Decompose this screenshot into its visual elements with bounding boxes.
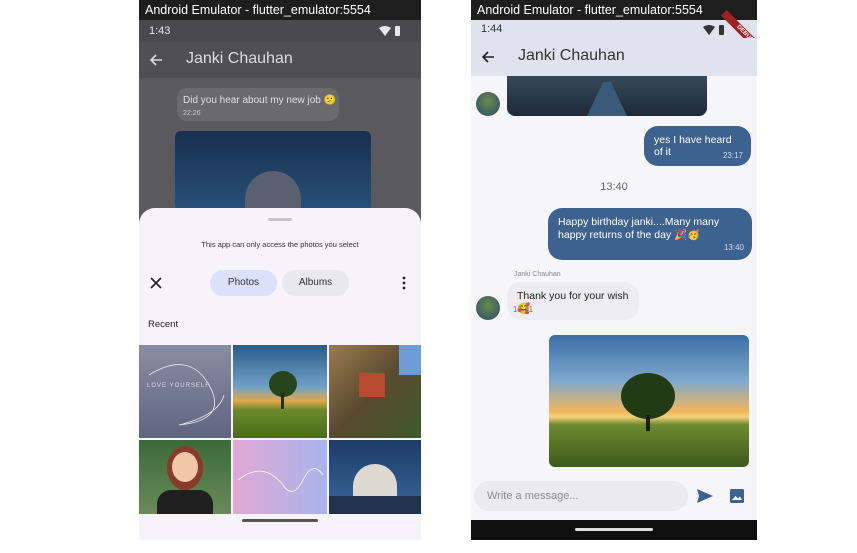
chat-title: Janki Chauhan <box>186 50 293 67</box>
message-text: Did you hear about my new job 😕 <box>183 95 337 106</box>
received-message-bubble: Thank you for your wish🥰 13:41 <box>507 282 639 320</box>
back-arrow-icon[interactable] <box>481 50 495 64</box>
photo-tile-pastel[interactable] <box>233 440 327 514</box>
wifi-battery-icon <box>703 25 724 35</box>
right-emulator-window: Android Emulator - flutter_emulator:5554… <box>471 0 757 540</box>
message-time: 13:40 <box>723 243 744 252</box>
photo-tile-monastery[interactable] <box>329 345 421 438</box>
section-recent: Recent <box>148 319 179 330</box>
image-picker-icon[interactable] <box>730 489 744 503</box>
message-text: yes I have heard of it <box>654 134 732 158</box>
more-vert-icon[interactable] <box>402 276 406 290</box>
status-time: 1:43 <box>149 25 171 37</box>
back-arrow-icon[interactable] <box>149 53 163 67</box>
time-divider: 13:40 <box>600 181 628 193</box>
input-placeholder: Write a message... <box>487 490 579 502</box>
contact-avatar[interactable] <box>476 92 500 116</box>
chat-title: Janki Chauhan <box>518 47 625 64</box>
photo-tile-love-yourself[interactable]: LOVE YOURSELF <box>139 345 231 438</box>
nav-bar <box>471 520 757 540</box>
photo-tile-lotus-temple[interactable] <box>329 440 421 514</box>
photo-picker-sheet: This app can only access the photos you … <box>139 208 421 540</box>
message-input[interactable]: Write a message... <box>474 481 688 511</box>
photo-tile-tree[interactable] <box>233 345 327 438</box>
gesture-nav-bar[interactable] <box>242 519 318 522</box>
sheet-drag-handle[interactable] <box>268 218 292 221</box>
message-text: Thank you for your wish🥰 <box>517 290 629 315</box>
sent-image-tree[interactable] <box>549 335 749 467</box>
send-icon[interactable] <box>697 489 713 503</box>
status-bar: 1:44 DEBUG <box>471 9 757 59</box>
status-bar: 1:43 <box>139 20 421 42</box>
wifi-battery-icon <box>379 26 400 36</box>
message-time: 23:17 <box>722 151 743 160</box>
tile-caption: LOVE YOURSELF <box>147 383 210 389</box>
chat-app-bar: Janki Chauhan <box>471 38 757 76</box>
message-bubble: Did you hear about my new job 😕 22:26 <box>177 88 339 121</box>
tab-photos[interactable]: Photos <box>210 270 277 296</box>
left-emulator-window: Android Emulator - flutter_emulator:5554… <box>139 0 421 540</box>
message-time: 13:41 <box>513 305 534 314</box>
picker-notice: This app can only access the photos you … <box>201 240 359 249</box>
sender-name: Janki Chauhan <box>514 271 561 278</box>
chat-app-bar: Janki Chauhan <box>139 42 421 78</box>
message-time: 22:26 <box>183 110 201 117</box>
tab-albums[interactable]: Albums <box>282 270 349 296</box>
window-title: Android Emulator - flutter_emulator:5554 <box>139 0 421 20</box>
contact-avatar[interactable] <box>476 296 500 320</box>
photo-tile-portrait[interactable] <box>139 440 231 514</box>
received-image[interactable] <box>507 76 707 116</box>
sent-message-bubble: Happy birthday janki....Many many happy … <box>548 208 752 260</box>
sent-message-bubble: yes I have heard of it 23:17 <box>644 126 751 166</box>
message-text: Happy birthday janki....Many many happy … <box>558 216 720 241</box>
status-time: 1:44 <box>481 23 503 35</box>
close-icon[interactable] <box>150 277 162 289</box>
window-title: Android Emulator - flutter_emulator:5554 <box>471 0 757 20</box>
shared-image[interactable] <box>175 131 371 211</box>
gesture-nav-handle[interactable] <box>575 528 653 531</box>
